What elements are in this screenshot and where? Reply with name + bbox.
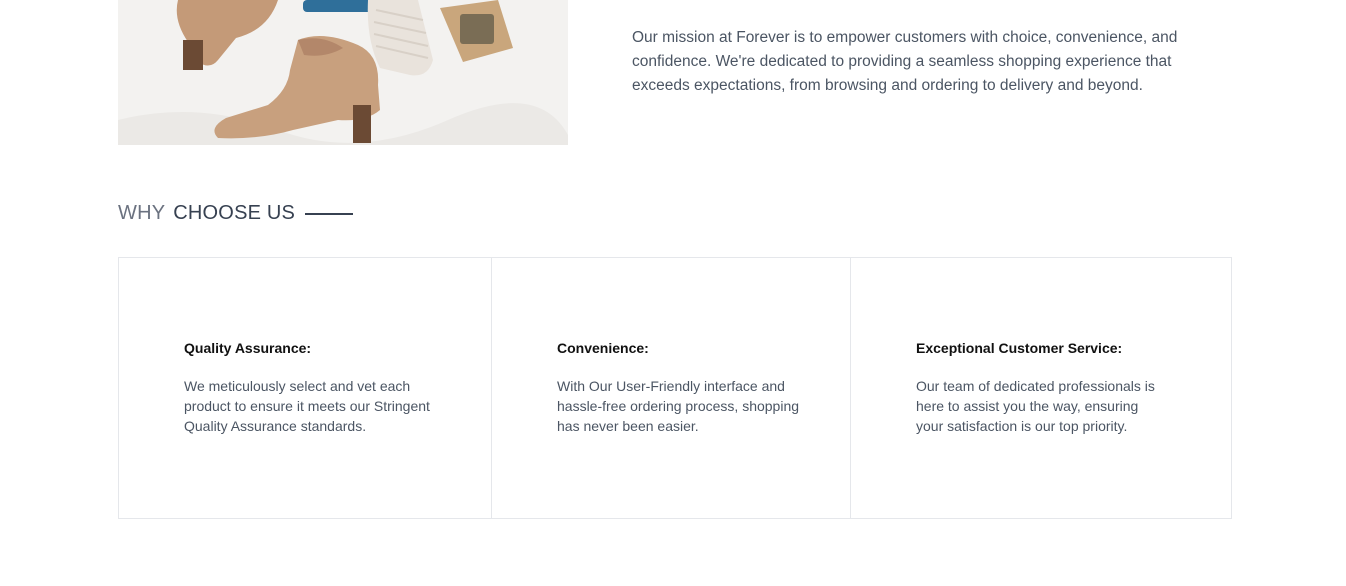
title-underline-rule (305, 212, 354, 215)
feature-title: Convenience: (557, 340, 649, 356)
feature-card-quality: Quality Assurance: We meticulously selec… (118, 257, 492, 519)
feature-description: With Our User-Friendly interface and has… (557, 378, 800, 434)
feature-title: Quality Assurance: (184, 340, 312, 356)
features-grid: Quality Assurance: We meticulously selec… (118, 257, 1232, 519)
why-choose-us-title: WHY CHOOSE US (118, 202, 354, 225)
title-bold-part: CHOOSE US (173, 202, 296, 224)
feature-title: Exceptional Customer Service: (916, 340, 1123, 356)
feature-card-customer-service: Exceptional Customer Service: Our team o… (850, 257, 1232, 519)
feature-description: Our team of dedicated professionals is h… (916, 378, 1155, 434)
about-image (118, 0, 568, 145)
title-light-part: WHY (118, 202, 166, 224)
feature-card-convenience: Convenience: With Our User-Friendly inte… (491, 257, 851, 519)
mission-text: Our mission at Forever is to empower cus… (632, 29, 1178, 94)
feature-description: We meticulously select and vet each prod… (184, 378, 430, 434)
